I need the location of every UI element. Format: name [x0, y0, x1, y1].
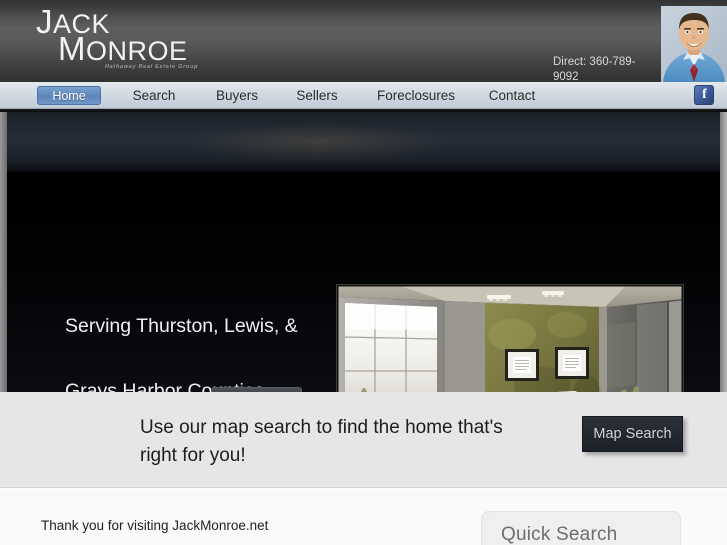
- nav-item-foreclosures[interactable]: Foreclosures: [370, 82, 462, 109]
- nav-item-search[interactable]: Search: [122, 82, 186, 109]
- map-search-copy-line-1: Use our map search to find the home that…: [140, 417, 503, 438]
- thank-you-text: Thank you for visiting JackMonroe.net: [41, 518, 269, 533]
- map-search-copy: Use our map search to find the home that…: [140, 414, 560, 470]
- hero-banner: Serving Thurston, Lewis, & Grays Harbor …: [0, 112, 727, 392]
- main-navigation: Home Search Buyers Sellers Foreclosures Conta…: [0, 82, 727, 109]
- hero-headline-line-1: Serving Thurston, Lewis, &: [65, 315, 298, 337]
- nav-items-container: Home Search Buyers Sellers Foreclosures Conta…: [0, 82, 727, 109]
- direct-phone-number[interactable]: Direct: 360-789-9092: [553, 55, 649, 82]
- nav-item-contact[interactable]: Contact: [480, 82, 544, 109]
- logo-line-2-cap: M: [58, 30, 86, 67]
- site-logo[interactable]: JACK MONROE Hathaway Real Estate Group: [33, 5, 263, 71]
- page-root: JACK MONROE Hathaway Real Estate Group D…: [0, 0, 727, 545]
- hero-interior-photo: [336, 284, 684, 392]
- logo-line-2: MONROE: [33, 32, 263, 66]
- nav-item-sellers[interactable]: Sellers: [285, 82, 349, 109]
- agent-portrait-icon: [661, 6, 727, 82]
- living-room-illustration: [337, 285, 683, 392]
- map-search-copy-line-2: right for you!: [140, 445, 246, 466]
- facebook-icon[interactable]: f: [694, 85, 714, 105]
- agent-photo: [661, 6, 727, 82]
- hero-left-edge: [0, 112, 7, 392]
- quick-search-title: Quick Search: [501, 524, 618, 545]
- logo-line-2-rest: ONROE: [86, 36, 188, 66]
- quick-search-panel[interactable]: Quick Search: [481, 511, 681, 545]
- hero-top-gradient-band: [7, 112, 720, 172]
- nav-item-buyers[interactable]: Buyers: [205, 82, 269, 109]
- nav-item-home[interactable]: Home: [37, 86, 101, 105]
- map-search-button[interactable]: Map Search: [582, 416, 683, 452]
- map-search-button-label: Map Search: [593, 426, 672, 442]
- hero-headline: Serving Thurston, Lewis, & Grays Harbor …: [65, 310, 325, 392]
- facebook-glyph: f: [702, 87, 707, 102]
- site-header: JACK MONROE Hathaway Real Estate Group D…: [0, 0, 727, 82]
- logo-line-1-cap: J: [36, 3, 53, 40]
- hero-right-edge: [720, 112, 727, 392]
